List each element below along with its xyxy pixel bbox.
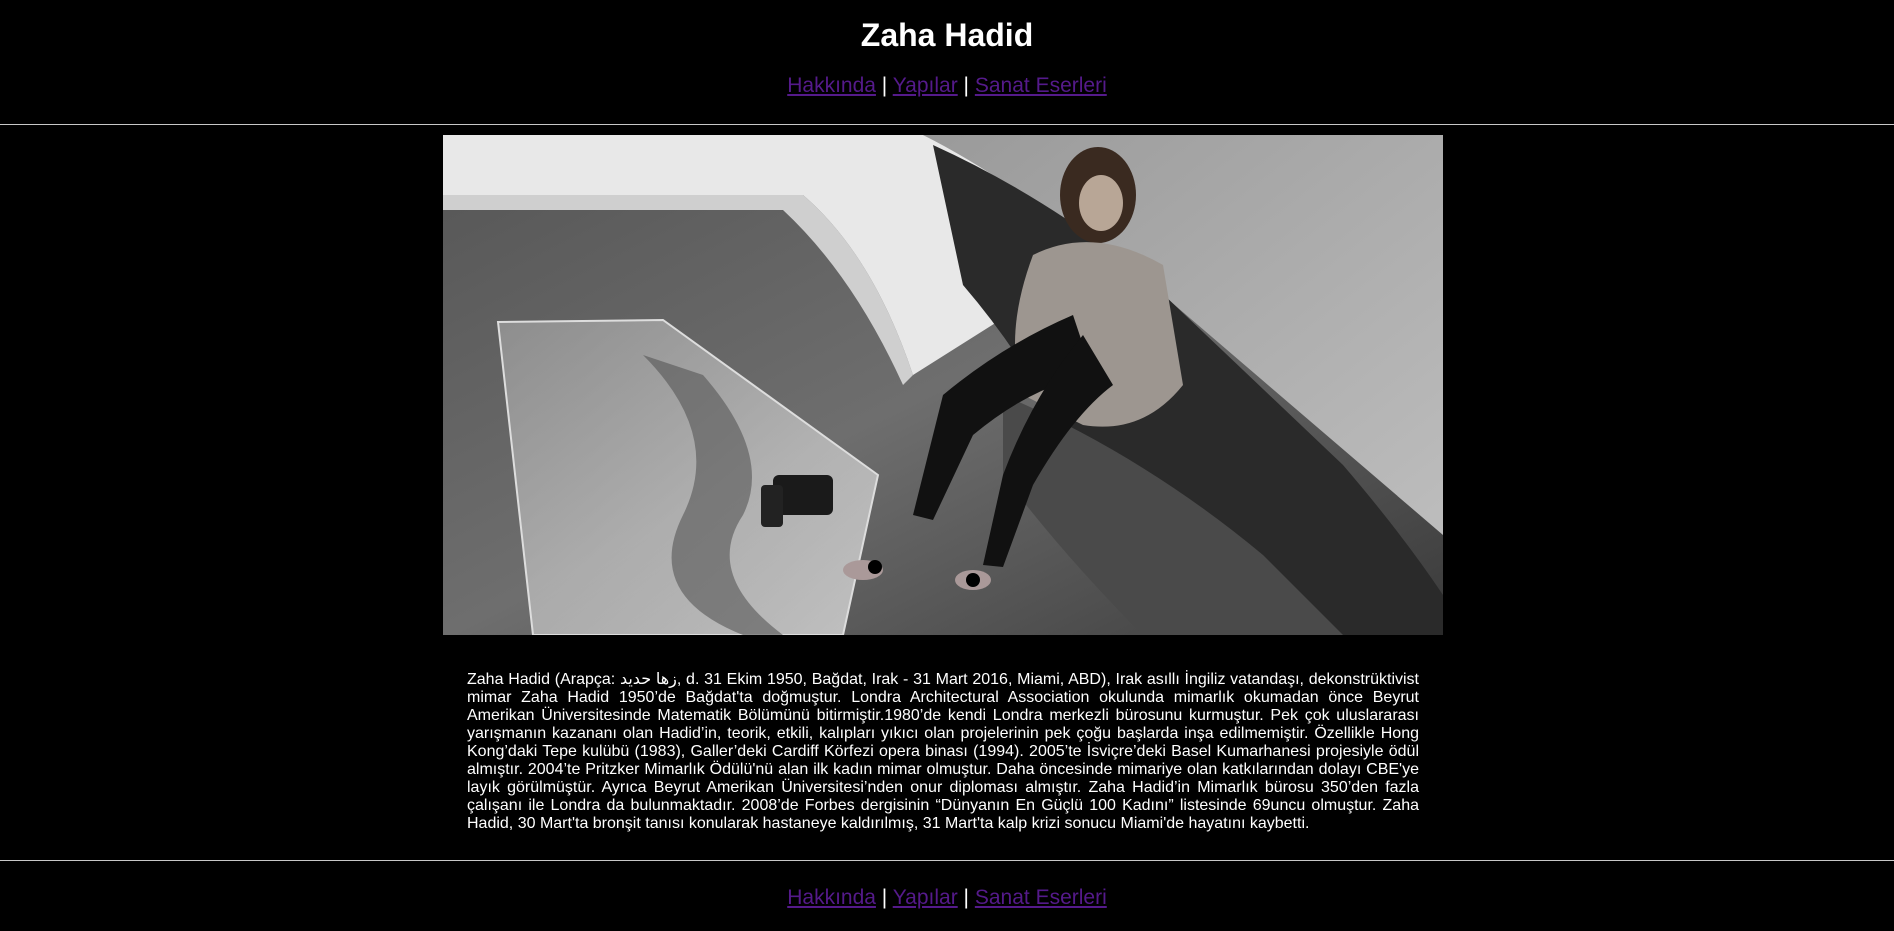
footer-divider bbox=[0, 860, 1894, 861]
nav-link-yapilar[interactable]: Yapılar bbox=[893, 74, 958, 97]
nav-separator: | bbox=[881, 886, 888, 909]
top-nav: Hakkında | Yapılar | Sanat Eserleri bbox=[0, 73, 1894, 99]
nav-separator: | bbox=[881, 74, 888, 97]
page-title: Zaha Hadid bbox=[860, 17, 1034, 53]
nav-link-hakkinda[interactable]: Hakkında bbox=[787, 74, 876, 97]
portrait-photo bbox=[443, 135, 1443, 635]
page-header: Zaha Hadid Hakkında | Yapılar | Sanat Es… bbox=[0, 0, 1894, 124]
nav-link-sanat-eserleri[interactable]: Sanat Eserleri bbox=[975, 74, 1107, 97]
nav-separator: | bbox=[963, 886, 970, 909]
footer-link-sanat-eserleri[interactable]: Sanat Eserleri bbox=[975, 886, 1107, 909]
nav-separator: | bbox=[963, 74, 970, 97]
header-divider bbox=[0, 124, 1894, 125]
footer-link-hakkinda[interactable]: Hakkında bbox=[787, 886, 876, 909]
bottom-nav: Hakkında | Yapılar | Sanat Eserleri bbox=[0, 885, 1894, 911]
footer-link-yapilar[interactable]: Yapılar bbox=[893, 886, 958, 909]
biography-text: Zaha Hadid (Arapça: زها حديد, d. 31 Ekim… bbox=[467, 671, 1420, 832]
